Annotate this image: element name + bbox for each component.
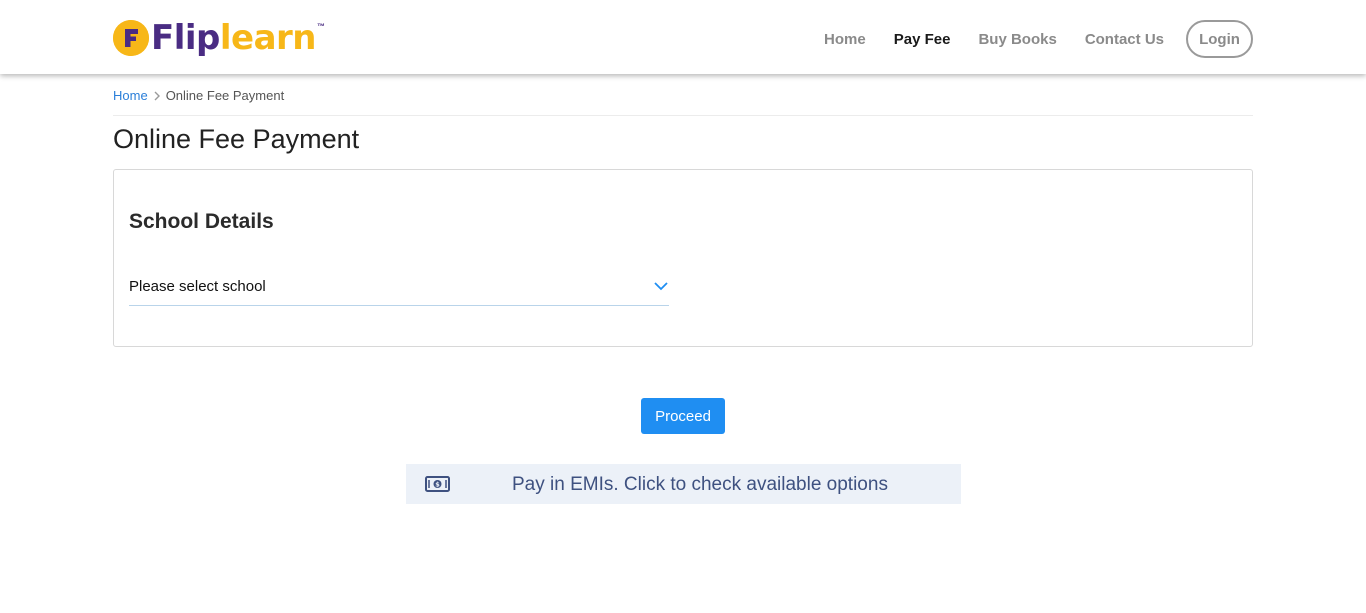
- logo-wordmark: Fliplearn: [151, 17, 317, 59]
- school-select[interactable]: Please select school: [129, 270, 669, 306]
- breadcrumb: Home Online Fee Payment: [113, 88, 1253, 116]
- chevron-right-icon: [153, 88, 161, 103]
- svg-text:$: $: [435, 481, 440, 489]
- nav-contact-us[interactable]: Contact Us: [1085, 31, 1164, 48]
- breadcrumb-home-link[interactable]: Home: [113, 88, 148, 103]
- site-header: Fliplearn ™ Home Pay Fee Buy Books Conta…: [0, 0, 1366, 74]
- nav-home[interactable]: Home: [824, 31, 866, 48]
- school-details-card: School Details Please select school: [113, 169, 1253, 347]
- school-select-value: Please select school: [129, 278, 266, 295]
- fliplearn-logo[interactable]: Fliplearn ™: [113, 17, 325, 59]
- proceed-button[interactable]: Proceed: [641, 398, 725, 434]
- logo-text-flip: Flip: [151, 18, 220, 58]
- page-title: Online Fee Payment: [113, 124, 360, 154]
- emi-options-bar[interactable]: $ Pay in EMIs. Click to check available …: [406, 464, 961, 504]
- cash-icon: $: [425, 475, 450, 498]
- chevron-down-icon: [653, 278, 669, 294]
- logo-badge-icon: [113, 20, 149, 56]
- nav-pay-fee[interactable]: Pay Fee: [894, 31, 951, 48]
- main-nav: Home Pay Fee Buy Books Contact Us Login: [796, 20, 1253, 58]
- logo-trademark: ™: [317, 21, 326, 31]
- breadcrumb-current: Online Fee Payment: [165, 88, 285, 103]
- nav-buy-books[interactable]: Buy Books: [978, 31, 1056, 48]
- login-button[interactable]: Login: [1186, 20, 1253, 58]
- school-details-title: School Details: [129, 210, 274, 233]
- logo-text-learn: learn: [219, 18, 317, 58]
- emi-options-label: Pay in EMIs. Click to check available op…: [512, 474, 888, 495]
